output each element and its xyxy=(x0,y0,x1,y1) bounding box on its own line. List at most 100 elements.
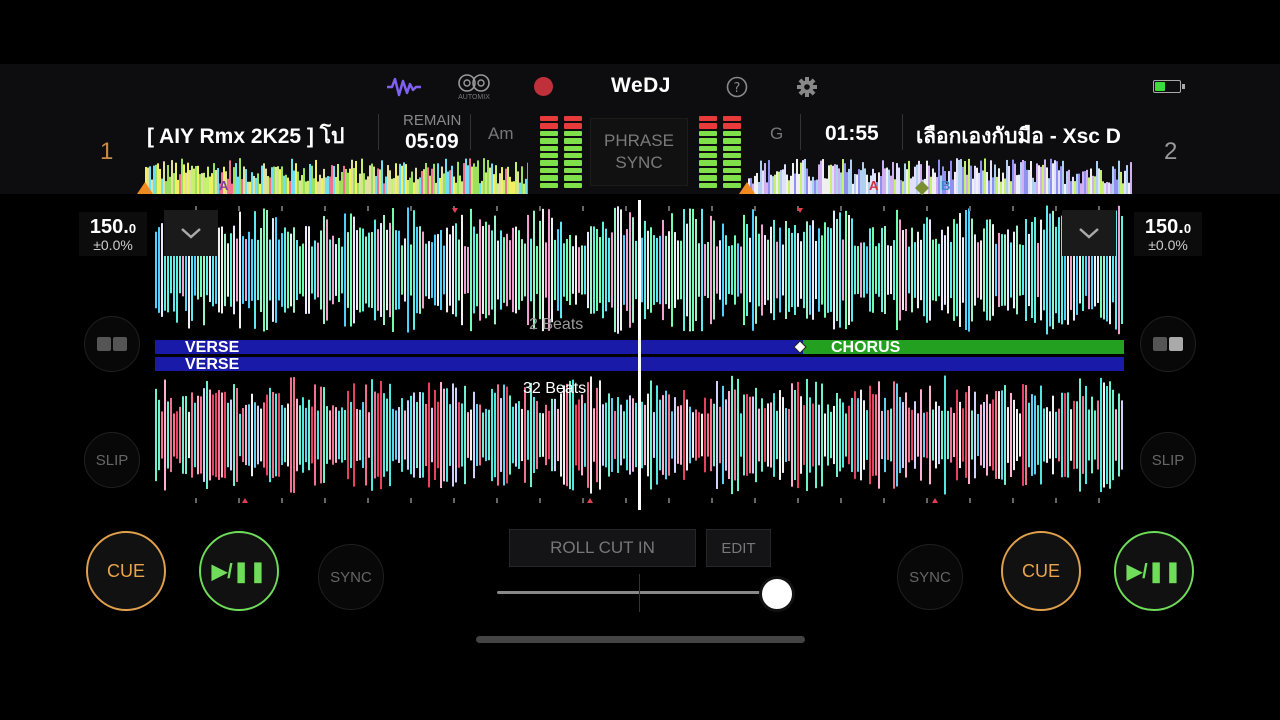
waveform-bar xyxy=(839,212,841,328)
waveform-bar xyxy=(308,226,310,314)
waveform-bar xyxy=(818,228,820,312)
divider xyxy=(902,114,903,150)
roll-cut-in-button[interactable]: ROLL CUT IN xyxy=(509,529,696,567)
chevron-down-icon xyxy=(1079,228,1099,239)
overview-bar xyxy=(768,160,770,194)
waveform-bar xyxy=(272,392,274,478)
overview-bar xyxy=(329,176,331,194)
overview-bar xyxy=(289,180,291,194)
overview-bar xyxy=(1002,172,1004,194)
gear-icon[interactable] xyxy=(795,72,819,102)
waveform-bar xyxy=(248,404,250,466)
overview-bar xyxy=(912,176,914,194)
overview-bar xyxy=(790,175,792,194)
overview-bar xyxy=(517,171,519,194)
overview-bar xyxy=(423,169,425,194)
help-icon[interactable]: ? xyxy=(725,72,749,102)
deck2-view-toggle-button[interactable] xyxy=(1140,316,1196,372)
overview-bar xyxy=(273,166,275,194)
overview-bar xyxy=(988,180,990,194)
waveform-icon[interactable] xyxy=(386,72,422,102)
overview-bar xyxy=(311,165,313,194)
deck1-overview-waveform[interactable] xyxy=(145,154,528,194)
deck2-overview-waveform[interactable] xyxy=(748,154,1132,194)
deck2-track-title[interactable]: เลือกเองกับมือ - Xsc D xyxy=(916,120,1130,153)
deck2-hotcue-b[interactable]: B xyxy=(941,178,950,193)
phrase-sync-button[interactable]: PHRASE SYNC xyxy=(590,118,688,186)
waveform-bar xyxy=(1100,377,1102,493)
edit-button[interactable]: EDIT xyxy=(706,529,771,567)
overview-bar xyxy=(247,181,249,194)
slider-center-mark xyxy=(639,574,640,612)
waveform-bar xyxy=(782,244,784,296)
vu-segment xyxy=(699,182,717,189)
waveform-bar xyxy=(1049,213,1051,327)
waveform-bar xyxy=(155,231,157,309)
deck1-sync-button[interactable]: SYNC xyxy=(318,544,384,610)
deck1-cue-button[interactable]: CUE xyxy=(86,531,166,611)
waveform-bar xyxy=(371,232,373,308)
waveform-bar xyxy=(773,219,775,321)
waveform-bar xyxy=(536,400,538,470)
waveform-bar xyxy=(581,245,583,295)
waveform-bar xyxy=(845,210,847,330)
waveform-bar xyxy=(1079,378,1081,492)
overview-bar xyxy=(978,172,980,194)
deck1-slip-button[interactable]: SLIP xyxy=(84,432,140,488)
waveform-bar xyxy=(602,404,604,466)
vu-segment xyxy=(699,160,717,166)
overview-bar xyxy=(816,179,818,194)
deck2-bpm-display[interactable]: 150.0 ±0.0% xyxy=(1134,212,1202,256)
deck2-hotcue-a[interactable]: A xyxy=(869,178,878,193)
waveform-bar xyxy=(158,227,160,313)
overview-bar xyxy=(355,160,357,194)
svg-text:?: ? xyxy=(734,81,741,96)
waveform-bar xyxy=(611,232,613,308)
deck1-view-toggle-button[interactable] xyxy=(84,316,140,372)
vu-segment xyxy=(723,130,741,137)
overview-bar xyxy=(862,162,864,194)
deck1-play-pause-button[interactable]: ▶/❚❚ xyxy=(199,531,279,611)
waveform-bar xyxy=(542,208,544,332)
waveform-bar xyxy=(755,216,757,324)
record-icon[interactable] xyxy=(534,77,553,96)
waveform-bar xyxy=(416,226,418,314)
deck1-bpm-display[interactable]: 150.0 ±0.0% xyxy=(79,212,147,256)
overview-bar xyxy=(343,165,345,194)
overview-bar xyxy=(209,176,211,194)
deck1-hotcue-a[interactable]: A xyxy=(219,178,228,193)
waveform-bar xyxy=(1025,385,1027,485)
waveform-bar xyxy=(296,398,298,472)
automix-icon[interactable]: AUTOMIX xyxy=(454,72,494,102)
deck2-sync-button[interactable]: SYNC xyxy=(897,544,963,610)
deck1-track-title[interactable]: [ AIY Rmx 2K25 ] โป xyxy=(147,120,362,153)
waveform-bar xyxy=(764,235,766,305)
deck2-slip-button[interactable]: SLIP xyxy=(1140,432,1196,488)
overview-bar xyxy=(1058,170,1060,194)
waveform-bar xyxy=(800,241,802,299)
waveform-bar xyxy=(182,396,184,474)
slider-track[interactable] xyxy=(497,591,777,594)
main-waveform-area[interactable]: VERSE CHORUS VERSE 2 Beats 32 Beats xyxy=(155,200,1124,510)
waveform-bar xyxy=(827,227,829,313)
waveform-bar xyxy=(551,217,553,323)
home-indicator[interactable] xyxy=(476,636,805,643)
deck2-play-pause-button[interactable]: ▶/❚❚ xyxy=(1114,531,1194,611)
slider-thumb[interactable] xyxy=(759,576,795,612)
divider xyxy=(470,114,471,150)
beat-tick xyxy=(281,498,283,503)
overview-bar xyxy=(792,163,794,194)
overview-bar xyxy=(884,168,886,194)
deck2-cue-button[interactable]: CUE xyxy=(1001,531,1081,611)
deck2-expand-button[interactable] xyxy=(1062,210,1116,256)
waveform-bar xyxy=(278,239,280,301)
overview-bar xyxy=(321,178,323,194)
waveform-bar xyxy=(386,398,388,472)
overview-bar xyxy=(1084,170,1086,194)
waveform-bar xyxy=(854,245,856,295)
overview-bar xyxy=(391,178,393,194)
deck1-expand-button[interactable] xyxy=(164,210,218,256)
vu-segment xyxy=(564,167,582,174)
waveform-bar xyxy=(1118,393,1120,477)
overview-bar xyxy=(1010,181,1012,194)
